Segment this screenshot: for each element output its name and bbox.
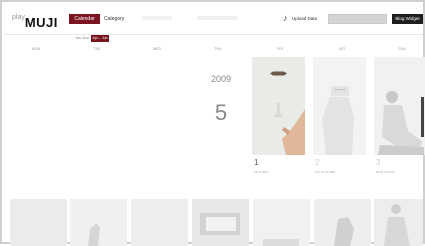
weekday-fri: FRI (277, 47, 283, 51)
weekday-wed: WED (152, 47, 162, 51)
weekday-sun: SUN (398, 47, 406, 51)
range-button-all[interactable]: Jan–Dec (74, 35, 90, 42)
thumbnail-image (374, 199, 423, 246)
bottom-card-7[interactable] (374, 199, 423, 246)
bottom-card-6[interactable] (314, 199, 371, 246)
package-image (331, 86, 349, 96)
logo[interactable]: playMUJI (12, 14, 58, 30)
range-button-active[interactable]: Apr – Jun (91, 35, 109, 42)
day-caption-3: MUJI CANNE (376, 170, 395, 174)
bottom-card-5[interactable] (253, 199, 310, 246)
thumbnail-image (253, 199, 310, 246)
bottom-card-2[interactable] (70, 199, 127, 246)
white-object-photo (322, 97, 354, 155)
person-photo (378, 91, 424, 155)
day-caption-1: MUJI GELI (254, 170, 269, 174)
hair-clip-image (270, 71, 287, 76)
search-input[interactable] (328, 14, 387, 24)
month-label: 5 (214, 100, 228, 125)
logo-prefix: play (12, 14, 25, 21)
weekday-tue: TUE (93, 47, 101, 51)
logo-text: MUJI (24, 15, 58, 30)
hand-photo (282, 109, 305, 155)
day-caption-2: OKI IN STORE (315, 170, 336, 174)
thumbnail-image (70, 199, 127, 246)
bottom-card-4[interactable] (192, 199, 249, 246)
thumbnail-image (192, 199, 249, 246)
bottom-card-3[interactable] (131, 199, 188, 246)
weekday-mon: MON (31, 47, 41, 51)
thumbnail-image (131, 199, 188, 246)
day-card-3[interactable] (374, 57, 425, 155)
divider (197, 16, 237, 20)
weekday-sat: SAT (338, 47, 346, 51)
tab-category[interactable]: Category (104, 14, 132, 24)
day-number-2: 2 (315, 158, 320, 167)
thumbnail-image (10, 199, 67, 246)
bottom-card-1[interactable] (10, 199, 67, 246)
day-card-1[interactable] (252, 57, 305, 155)
divider (142, 16, 172, 20)
app-window: playMUJI Calendar Category ♪ Upload Data… (0, 0, 425, 246)
tab-calendar[interactable]: Calendar (69, 14, 100, 24)
day-number-1: 1 (254, 158, 259, 167)
music-note-icon[interactable]: ♪ (283, 13, 290, 24)
weekday-thu: THU (214, 47, 222, 51)
day-card-2[interactable] (313, 57, 366, 155)
day-number-3: 3 (376, 158, 381, 167)
thumbnail-image (314, 199, 371, 246)
vertical-scrollbar[interactable] (421, 97, 424, 137)
blog-widget-button[interactable]: Blog Widget (392, 14, 423, 24)
year-label: 2009 (210, 74, 232, 84)
upload-data-link[interactable]: Upload Data (292, 14, 326, 24)
